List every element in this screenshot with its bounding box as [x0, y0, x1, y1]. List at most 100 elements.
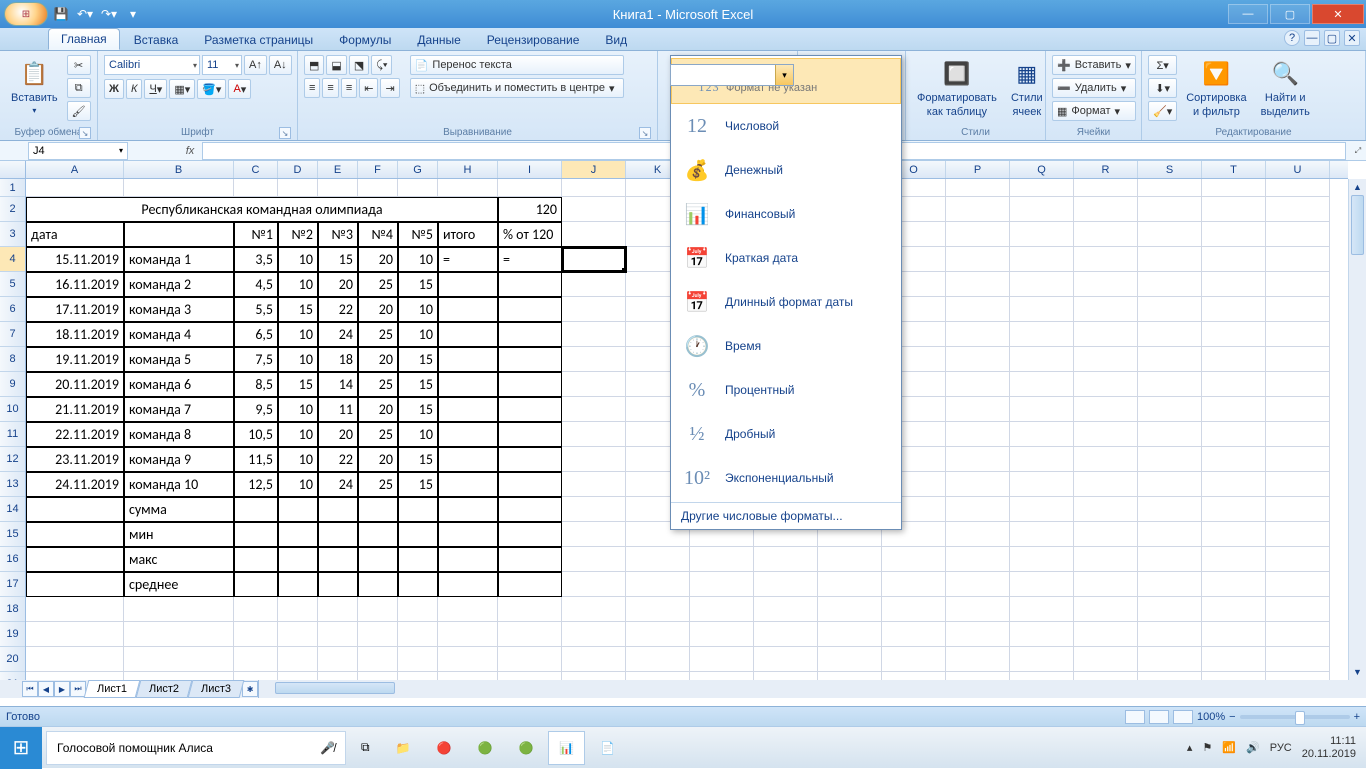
cell[interactable]: [124, 222, 234, 247]
name-box[interactable]: J4▾: [28, 142, 128, 160]
horizontal-scrollbar[interactable]: [258, 680, 1366, 698]
cell[interactable]: [498, 322, 562, 347]
cell[interactable]: [438, 272, 498, 297]
cell[interactable]: [1074, 522, 1138, 547]
cell[interactable]: 10: [398, 422, 438, 447]
vertical-scrollbar[interactable]: ▲▼: [1348, 179, 1366, 680]
cell[interactable]: [1138, 222, 1202, 247]
fill-icon[interactable]: ⬇▾: [1148, 78, 1177, 98]
cell[interactable]: [498, 472, 562, 497]
cell[interactable]: [438, 397, 498, 422]
align-left-icon[interactable]: ≡: [304, 78, 320, 98]
number-format-combo[interactable]: ▾: [670, 64, 794, 86]
cell[interactable]: [946, 222, 1010, 247]
cell[interactable]: [438, 572, 498, 597]
cell[interactable]: [498, 347, 562, 372]
taskbar-chrome2[interactable]: 🟢: [507, 731, 544, 765]
cell[interactable]: [278, 597, 318, 622]
orientation-icon[interactable]: ⤹▾: [371, 55, 392, 75]
cell[interactable]: [818, 622, 882, 647]
sheet-nav-next[interactable]: ▶: [54, 681, 70, 697]
cell[interactable]: [1074, 372, 1138, 397]
font-color-icon[interactable]: A▾: [228, 79, 251, 99]
row-header-17[interactable]: 17: [0, 572, 25, 597]
cell[interactable]: [26, 622, 124, 647]
cell[interactable]: 15: [278, 372, 318, 397]
fmt-item-5[interactable]: 📅Длинный формат даты: [671, 280, 901, 324]
cell[interactable]: [1138, 647, 1202, 672]
cell[interactable]: 4,5: [234, 272, 278, 297]
cell[interactable]: [946, 547, 1010, 572]
cell[interactable]: [438, 322, 498, 347]
cell[interactable]: [438, 547, 498, 572]
format-cells-button[interactable]: ▦ Формат ▾: [1052, 101, 1136, 121]
cell[interactable]: [438, 422, 498, 447]
col-header-Q[interactable]: Q: [1010, 161, 1074, 178]
cell[interactable]: [398, 622, 438, 647]
cell[interactable]: [1202, 297, 1266, 322]
cell[interactable]: [1202, 647, 1266, 672]
cell[interactable]: [1202, 522, 1266, 547]
tab-view[interactable]: Вид: [593, 30, 639, 50]
cell[interactable]: среднее: [124, 572, 234, 597]
taskbar-explorer[interactable]: 📁: [385, 731, 422, 765]
sheet-nav-prev[interactable]: ◀: [38, 681, 54, 697]
cell[interactable]: [1074, 647, 1138, 672]
cell[interactable]: [1074, 422, 1138, 447]
cell[interactable]: [234, 647, 278, 672]
cell[interactable]: №4: [358, 222, 398, 247]
cell[interactable]: [498, 622, 562, 647]
cell[interactable]: [1010, 297, 1074, 322]
cell[interactable]: [438, 497, 498, 522]
cell[interactable]: [1138, 197, 1202, 222]
cell[interactable]: [1266, 197, 1330, 222]
cell[interactable]: [1266, 247, 1330, 272]
cell[interactable]: [882, 647, 946, 672]
cell[interactable]: [438, 622, 498, 647]
row-header-7[interactable]: 7: [0, 322, 25, 347]
cell[interactable]: [1266, 397, 1330, 422]
cell[interactable]: [26, 179, 124, 197]
font-name-combo[interactable]: Calibri▾: [104, 55, 200, 75]
cell[interactable]: [626, 647, 690, 672]
fmt-item-2[interactable]: 💰Денежный: [671, 148, 901, 192]
cell[interactable]: [818, 547, 882, 572]
underline-icon[interactable]: Ч▾: [144, 79, 167, 99]
row-header-15[interactable]: 15: [0, 522, 25, 547]
cell[interactable]: [26, 572, 124, 597]
cell[interactable]: 15.11.2019: [26, 247, 124, 272]
view-layout-icon[interactable]: [1149, 710, 1169, 724]
cell[interactable]: [318, 597, 358, 622]
indent-inc-icon[interactable]: ⇥: [380, 78, 399, 98]
cell[interactable]: [1266, 497, 1330, 522]
cell[interactable]: [946, 647, 1010, 672]
format-table-button[interactable]: ▦Стилиячеек: [1006, 55, 1048, 121]
row-header-9[interactable]: 9: [0, 372, 25, 397]
tray-lang[interactable]: РУС: [1270, 742, 1292, 754]
cell[interactable]: [562, 447, 626, 472]
cell[interactable]: [1010, 372, 1074, 397]
row-header-11[interactable]: 11: [0, 422, 25, 447]
cell[interactable]: [438, 447, 498, 472]
zoom-label[interactable]: 100%: [1197, 711, 1225, 723]
cell[interactable]: [754, 622, 818, 647]
cell[interactable]: [946, 622, 1010, 647]
cell[interactable]: % от 120: [498, 222, 562, 247]
cell[interactable]: [1074, 322, 1138, 347]
row-header-2[interactable]: 2: [0, 197, 25, 222]
cell[interactable]: [278, 572, 318, 597]
cell[interactable]: [882, 622, 946, 647]
cell[interactable]: №3: [318, 222, 358, 247]
cell[interactable]: [1202, 447, 1266, 472]
cell[interactable]: 10: [278, 247, 318, 272]
tab-layout[interactable]: Разметка страницы: [192, 30, 325, 50]
cell[interactable]: [1074, 347, 1138, 372]
cell[interactable]: 22: [318, 297, 358, 322]
cell[interactable]: [498, 297, 562, 322]
maximize-button[interactable]: ▢: [1270, 4, 1310, 24]
cell[interactable]: 120: [498, 197, 562, 222]
cell[interactable]: [1138, 247, 1202, 272]
help-icon[interactable]: ?: [1284, 30, 1300, 46]
cell[interactable]: [1266, 422, 1330, 447]
cell[interactable]: [498, 597, 562, 622]
